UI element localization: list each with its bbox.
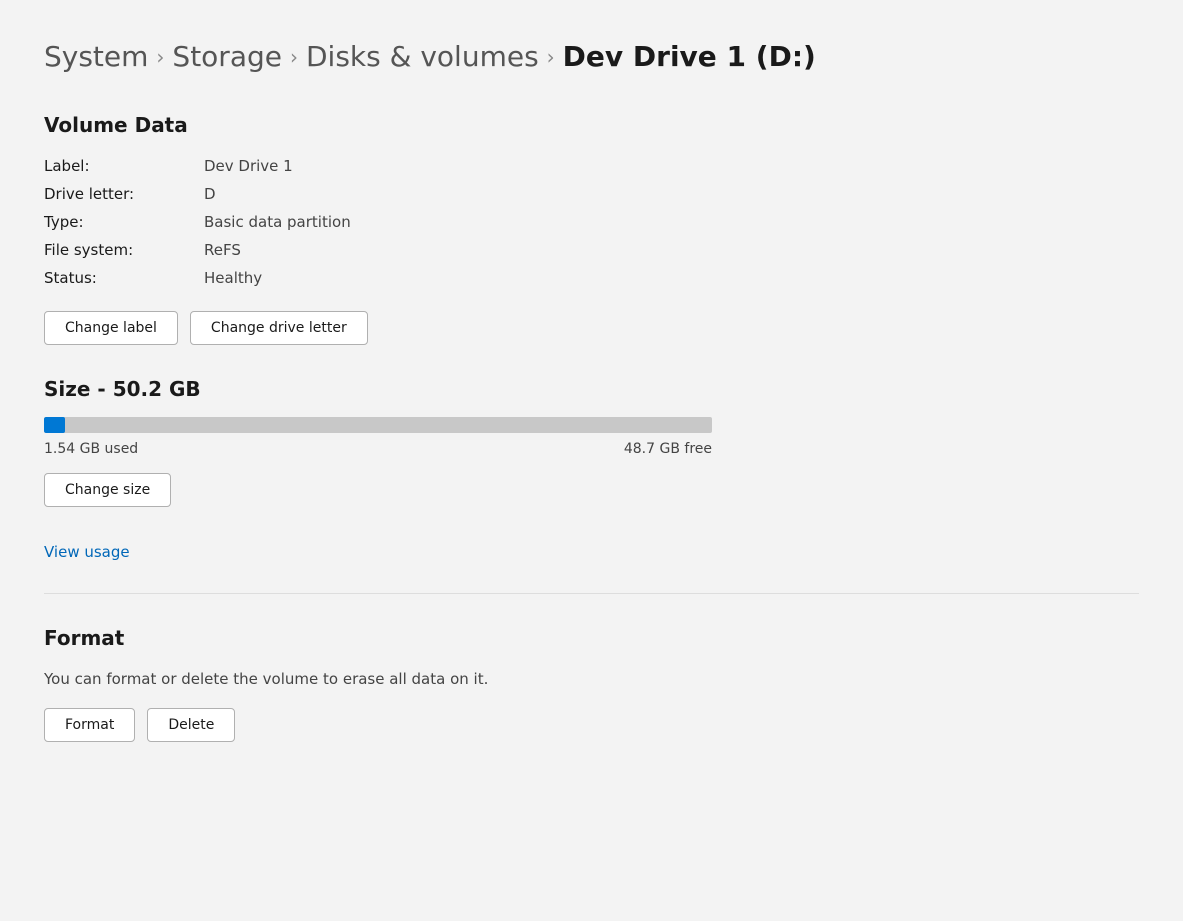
drive-letter-label: Drive letter:	[44, 185, 204, 203]
drive-letter-value: D	[204, 185, 1139, 203]
filesystem-label: File system:	[44, 241, 204, 259]
breadcrumb-sep-1: ›	[156, 45, 164, 69]
format-button[interactable]: Format	[44, 708, 135, 742]
section-divider	[44, 593, 1139, 594]
breadcrumb: System › Storage › Disks & volumes › Dev…	[44, 40, 1139, 73]
label-field-value: Dev Drive 1	[204, 157, 1139, 175]
type-label: Type:	[44, 213, 204, 231]
delete-button[interactable]: Delete	[147, 708, 235, 742]
view-usage-link[interactable]: View usage	[44, 543, 130, 561]
status-value: Healthy	[204, 269, 1139, 287]
format-description: You can format or delete the volume to e…	[44, 670, 1139, 688]
format-section: Format You can format or delete the volu…	[44, 626, 1139, 742]
breadcrumb-sep-2: ›	[290, 45, 298, 69]
breadcrumb-sep-3: ›	[547, 45, 555, 69]
volume-actions: Change label Change drive letter	[44, 311, 1139, 345]
breadcrumb-system[interactable]: System	[44, 40, 148, 73]
change-drive-letter-button[interactable]: Change drive letter	[190, 311, 368, 345]
type-value: Basic data partition	[204, 213, 1139, 231]
storage-labels: 1.54 GB used 48.7 GB free	[44, 441, 712, 457]
status-label: Status:	[44, 269, 204, 287]
breadcrumb-current: Dev Drive 1 (D:)	[563, 40, 816, 73]
storage-bar	[44, 417, 712, 433]
breadcrumb-storage[interactable]: Storage	[172, 40, 282, 73]
volume-data-title: Volume Data	[44, 113, 1139, 137]
size-title: Size - 50.2 GB	[44, 377, 1139, 401]
format-actions: Format Delete	[44, 708, 1139, 742]
volume-info-grid: Label: Dev Drive 1 Drive letter: D Type:…	[44, 157, 1139, 287]
free-label: 48.7 GB free	[624, 441, 712, 457]
size-section: Size - 50.2 GB 1.54 GB used 48.7 GB free…	[44, 377, 1139, 561]
format-title: Format	[44, 626, 1139, 650]
change-label-button[interactable]: Change label	[44, 311, 178, 345]
breadcrumb-disks-volumes[interactable]: Disks & volumes	[306, 40, 539, 73]
size-actions: Change size	[44, 473, 1139, 507]
used-label: 1.54 GB used	[44, 441, 138, 457]
storage-bar-used	[44, 417, 65, 433]
change-size-button[interactable]: Change size	[44, 473, 171, 507]
filesystem-value: ReFS	[204, 241, 1139, 259]
label-field-label: Label:	[44, 157, 204, 175]
volume-data-section: Volume Data Label: Dev Drive 1 Drive let…	[44, 113, 1139, 345]
